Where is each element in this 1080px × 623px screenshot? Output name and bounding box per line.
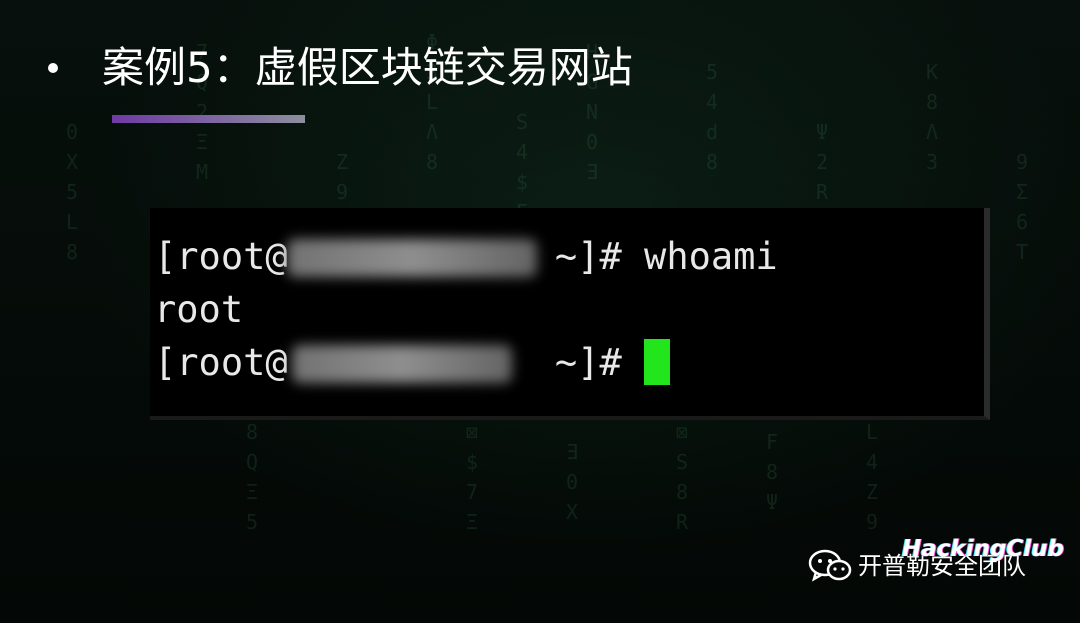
redaction-blur	[292, 345, 512, 383]
command-output: root	[154, 288, 244, 331]
slide-title: 案例5：虚假区块链交易网站	[48, 40, 633, 96]
terminal-line-2: root	[154, 283, 984, 336]
prompt-start: [root@	[154, 235, 288, 278]
terminal-cursor	[644, 339, 671, 385]
command-text: whoami	[644, 235, 778, 278]
hackingclub-logo: HackingClub	[902, 530, 1072, 610]
logo-text: HackingClub	[902, 536, 1065, 562]
prompt-end: ~]#	[532, 235, 645, 278]
redaction-blur	[287, 239, 537, 277]
prompt-end: ~]#	[532, 341, 645, 384]
prompt-start: [root@	[154, 341, 288, 384]
title-text: 案例5：虚假区块链交易网站	[102, 43, 633, 92]
terminal-line-1: [root@ ~]# whoami	[154, 230, 984, 283]
wechat-icon	[808, 549, 852, 582]
title-underline	[112, 115, 305, 123]
terminal-screenshot: [root@ ~]# whoami root [root@ ~]#	[150, 208, 990, 420]
bullet-dot	[48, 63, 58, 73]
terminal-line-3: [root@ ~]#	[154, 336, 984, 389]
